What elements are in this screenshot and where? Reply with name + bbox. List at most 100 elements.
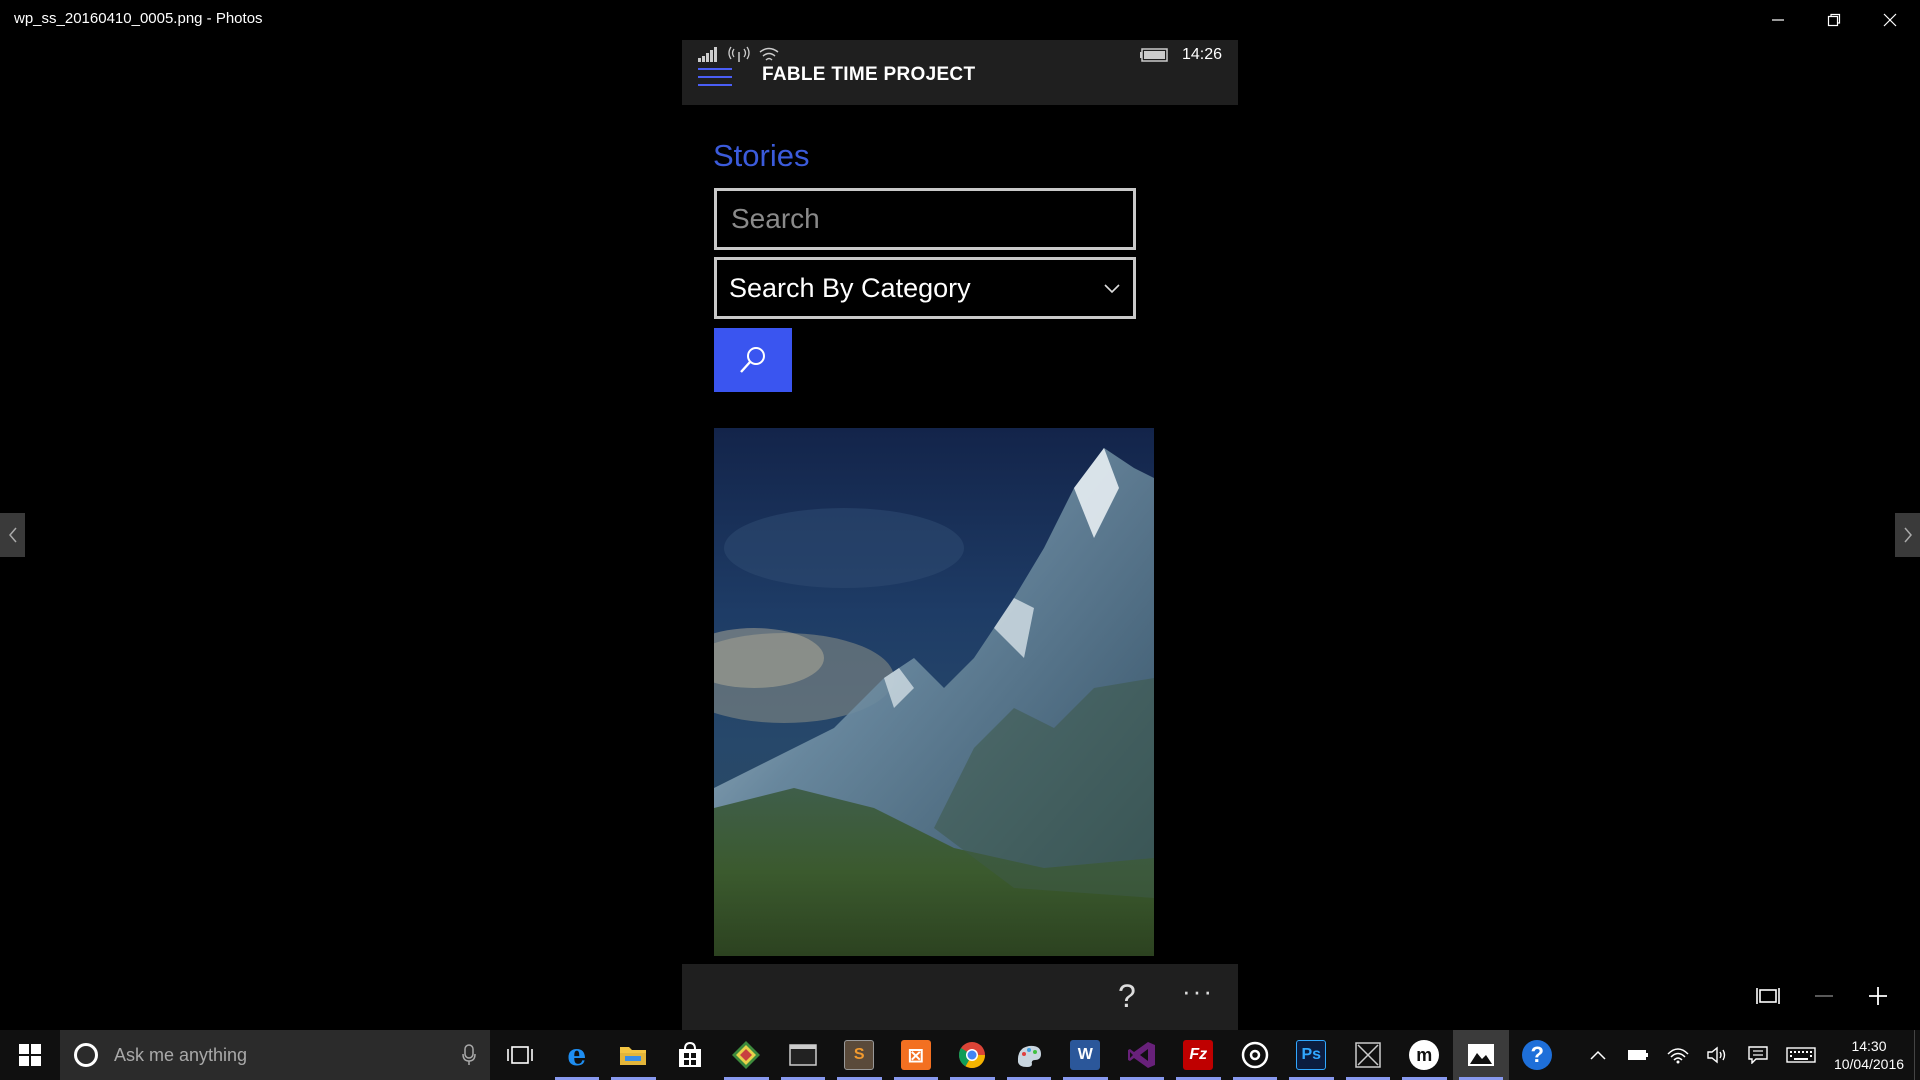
taskbar-file-explorer[interactable] <box>605 1030 662 1080</box>
taskbar-xampp[interactable]: ⊠ <box>888 1030 945 1080</box>
paint-palette-icon <box>1017 1045 1041 1067</box>
search-input[interactable] <box>714 188 1136 250</box>
taskbar-photos[interactable] <box>1452 1030 1509 1080</box>
hamburger-menu-button[interactable] <box>698 68 732 90</box>
status-bar-right: 14:26 <box>1139 46 1222 64</box>
sublime-icon: S <box>844 1040 875 1070</box>
plus-icon <box>1869 987 1887 1005</box>
cortana-search-box[interactable]: Ask me anything <box>60 1030 490 1080</box>
system-tray: 14:30 10/04/2016 <box>1578 1030 1920 1080</box>
microphone-icon[interactable] <box>462 1044 476 1066</box>
start-button[interactable] <box>0 1030 60 1080</box>
taskbar-word[interactable]: W <box>1057 1030 1114 1080</box>
task-view-icon <box>507 1046 534 1064</box>
m-app-icon: m <box>1409 1040 1440 1070</box>
filezilla-icon: Fz <box>1183 1040 1214 1070</box>
minimize-icon <box>1772 19 1784 21</box>
taskbar-store[interactable] <box>662 1030 719 1080</box>
cortana-placeholder: Ask me anything <box>114 1044 248 1065</box>
edge-icon: e <box>567 1037 587 1073</box>
battery-tray-button[interactable] <box>1618 1030 1658 1080</box>
taskbar-edge[interactable]: e <box>549 1030 606 1080</box>
word-icon: W <box>1070 1040 1101 1070</box>
signal-icon <box>698 47 717 62</box>
chevron-up-icon <box>1590 1050 1606 1060</box>
help-icon: ? <box>1522 1040 1553 1070</box>
visual-studio-icon <box>1127 1042 1155 1068</box>
more-options-button[interactable]: ··· <box>1182 976 1214 1007</box>
show-desktop-button[interactable] <box>1914 1030 1920 1080</box>
taskbar-apps: e S ⊠ W Fz Ps m ? <box>492 1030 1566 1080</box>
close-icon <box>1883 13 1897 27</box>
speaker-icon <box>1707 1046 1726 1064</box>
clock-date: 10/04/2016 <box>1833 1056 1905 1072</box>
taskbar-git[interactable] <box>718 1030 775 1080</box>
status-time: 14:26 <box>1181 46 1222 63</box>
phone-screenshot: 14:26 FABLE TIME PROJECT Stories Search … <box>682 40 1238 1030</box>
chrome-icon <box>959 1042 986 1069</box>
keyboard-icon <box>1786 1047 1816 1063</box>
zoom-out-button[interactable] <box>1806 980 1842 1012</box>
restore-button[interactable] <box>1806 0 1862 40</box>
app-title: FABLE TIME PROJECT <box>762 64 976 85</box>
help-button[interactable]: ? <box>1118 978 1136 1015</box>
window-title: wp_ss_20160410_0005.png - Photos <box>14 10 263 27</box>
mountain-landscape-image <box>714 428 1154 956</box>
action-center-button[interactable] <box>1738 1030 1778 1080</box>
app-header: 14:26 FABLE TIME PROJECT <box>682 40 1238 105</box>
task-view-button[interactable] <box>492 1030 549 1080</box>
app-command-bar: ? ··· <box>682 964 1238 1030</box>
taskbar-snip[interactable] <box>1340 1030 1397 1080</box>
search-button[interactable] <box>714 328 792 392</box>
category-dropdown[interactable]: Search By Category <box>714 257 1136 319</box>
photoshop-icon: Ps <box>1296 1040 1327 1070</box>
page-title: Stories <box>713 138 810 173</box>
taskbar-terminal[interactable] <box>775 1030 832 1080</box>
battery-icon <box>1139 48 1168 62</box>
volume-tray-button[interactable] <box>1698 1030 1738 1080</box>
minimize-button[interactable] <box>1750 0 1806 40</box>
zoom-in-button[interactable] <box>1860 980 1896 1012</box>
search-icon <box>740 347 765 373</box>
taskbar-help[interactable]: ? <box>1509 1030 1566 1080</box>
terminal-window-icon <box>789 1044 817 1066</box>
taskbar: Ask me anything e S ⊠ W Fz Ps m ? 14:30 … <box>0 1030 1920 1080</box>
network-tray-button[interactable] <box>1658 1030 1698 1080</box>
taskbar-clock[interactable]: 14:30 10/04/2016 <box>1824 1037 1914 1073</box>
chevron-right-icon <box>1903 527 1912 543</box>
minus-icon <box>1815 995 1833 997</box>
close-button[interactable] <box>1862 0 1918 40</box>
story-image[interactable] <box>714 428 1154 956</box>
photos-icon <box>1467 1044 1494 1066</box>
previous-photo-button[interactable] <box>0 513 25 557</box>
next-photo-button[interactable] <box>1895 513 1920 557</box>
folder-icon <box>620 1047 647 1065</box>
touch-keyboard-button[interactable] <box>1778 1030 1824 1080</box>
taskbar-media[interactable] <box>1227 1030 1284 1080</box>
taskbar-filezilla[interactable]: Fz <box>1170 1030 1227 1080</box>
restore-icon <box>1827 13 1841 27</box>
taskbar-visual-studio[interactable] <box>1114 1030 1171 1080</box>
data-connection-icon <box>728 46 750 62</box>
category-dropdown-label: Search By Category <box>729 272 971 303</box>
taskbar-chrome[interactable] <box>944 1030 1001 1080</box>
notification-icon <box>1748 1046 1768 1064</box>
wifi-icon <box>759 47 779 61</box>
wifi-tray-icon <box>1667 1048 1689 1064</box>
windows-logo-icon <box>19 1044 41 1066</box>
snipping-tool-icon <box>1355 1042 1381 1068</box>
battery-tray-icon <box>1628 1050 1648 1060</box>
taskbar-photoshop[interactable]: Ps <box>1283 1030 1340 1080</box>
fit-to-window-button[interactable] <box>1750 980 1786 1012</box>
status-bar-icons <box>698 46 780 62</box>
xampp-icon: ⊠ <box>900 1040 931 1070</box>
chevron-down-icon <box>1104 284 1120 294</box>
taskbar-paint[interactable] <box>1001 1030 1058 1080</box>
cortana-icon <box>74 1043 98 1067</box>
taskbar-sublime[interactable]: S <box>831 1030 888 1080</box>
show-hidden-icons-button[interactable] <box>1578 1030 1618 1080</box>
store-bag-icon <box>678 1042 701 1067</box>
fit-window-icon <box>1756 988 1780 1004</box>
taskbar-m-app[interactable]: m <box>1396 1030 1453 1080</box>
clock-time: 14:30 <box>1851 1038 1887 1054</box>
